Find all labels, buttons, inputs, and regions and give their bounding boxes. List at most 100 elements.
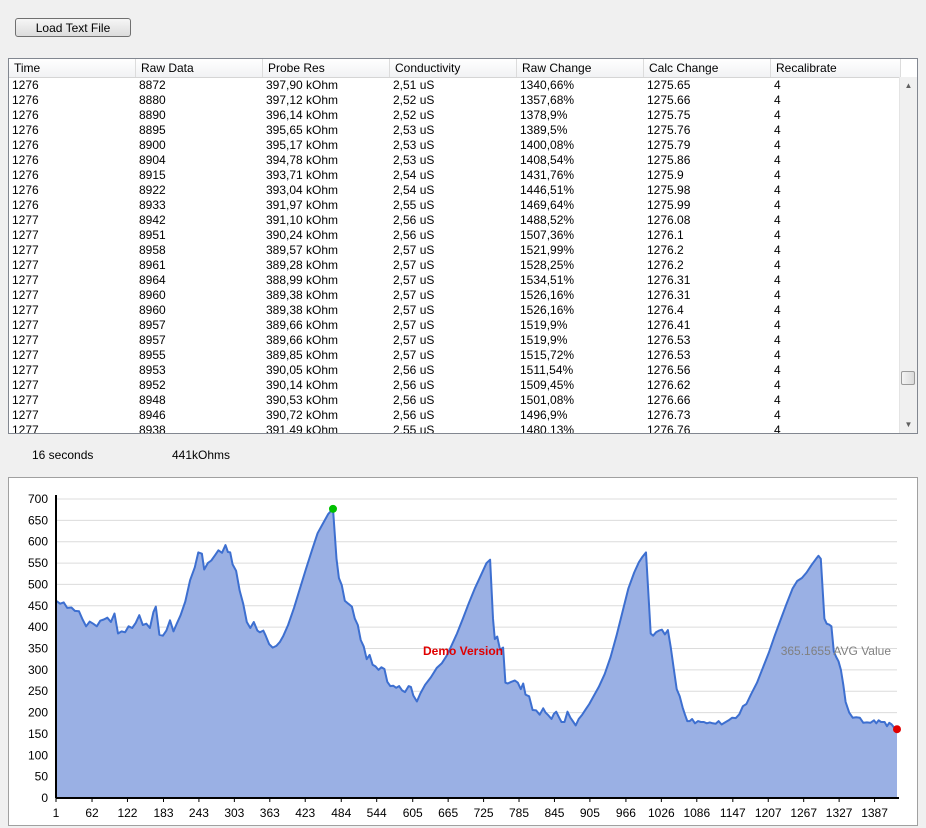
last-value-marker — [893, 725, 901, 734]
table-row[interactable]: 1276 8895 395,65 kOhm 2,53 uS 1389,5% 1275.76… — [9, 123, 901, 138]
table-cell: 2,52 uS — [393, 93, 435, 107]
table-cell: 1276 — [12, 153, 39, 167]
table-cell: 8961 — [139, 258, 166, 272]
table-cell: 1276.31 — [647, 288, 691, 302]
column-header[interactable]: Raw Data — [136, 59, 263, 77]
load-text-file-button[interactable]: Load Text File — [15, 18, 131, 37]
table-cell: 4 — [774, 303, 781, 317]
scroll-up-icon[interactable]: ▲ — [900, 77, 917, 94]
scroll-down-icon[interactable]: ▼ — [900, 416, 917, 433]
column-header[interactable]: Recalibrate — [771, 59, 901, 77]
table-cell: 4 — [774, 78, 781, 92]
table-row[interactable]: 1277 8938 391,49 kOhm 2,55 uS 1480,13% 1276.7… — [9, 423, 901, 433]
x-tick-label: 484 — [331, 806, 351, 820]
table-cell: 389,38 kOhm — [266, 288, 339, 302]
column-header[interactable]: Time — [9, 59, 136, 77]
table-cell: 1276.08 — [647, 213, 691, 227]
x-tick-label: 785 — [509, 806, 529, 820]
table-cell: 4 — [774, 378, 781, 392]
table-cell: 4 — [774, 273, 781, 287]
table-cell: 8953 — [139, 363, 166, 377]
table-cell: 4 — [774, 213, 781, 227]
avg-value-label: 365.1655 AVG Value — [781, 644, 892, 658]
table-cell: 1526,16% — [520, 288, 575, 302]
table-cell: 1277 — [12, 243, 39, 257]
table-cell: 393,71 kOhm — [266, 168, 339, 182]
table-cell: 395,65 kOhm — [266, 123, 339, 137]
table-cell: 8960 — [139, 288, 166, 302]
table-row[interactable]: 1276 8900 395,17 kOhm 2,53 uS 1400,08% 1275.7… — [9, 138, 901, 153]
column-header[interactable]: Conductivity — [390, 59, 517, 77]
table-cell: 2,56 uS — [393, 393, 435, 407]
table-cell: 390,05 kOhm — [266, 363, 339, 377]
x-tick-label: 243 — [189, 806, 209, 820]
table-cell: 2,56 uS — [393, 213, 435, 227]
table-row[interactable]: 1277 8958 389,57 kOhm 2,57 uS 1521,99% 1276.2… — [9, 243, 901, 258]
y-tick-label: 650 — [28, 513, 48, 527]
grid-rows: 1276 8872 397,90 kOhm 2,51 uS 1340,66% 1275.6… — [9, 78, 901, 433]
table-cell: 4 — [774, 228, 781, 242]
table-row[interactable]: 1276 8904 394,78 kOhm 2,53 uS 1408,54% 1275.8… — [9, 153, 901, 168]
table-cell: 2,54 uS — [393, 168, 435, 182]
x-tick-label: 1267 — [790, 806, 817, 820]
table-cell: 2,57 uS — [393, 333, 435, 347]
table-row[interactable]: 1277 8948 390,53 kOhm 2,56 uS 1501,08% 1276.6… — [9, 393, 901, 408]
table-cell: 1469,64% — [520, 198, 575, 212]
max-value-marker — [328, 504, 337, 513]
table-cell: 8890 — [139, 108, 166, 122]
table-row[interactable]: 1276 8880 397,12 kOhm 2,52 uS 1357,68% 1275.6… — [9, 93, 901, 108]
table-cell: 4 — [774, 243, 781, 257]
table-cell: 1275.79 — [647, 138, 691, 152]
table-cell: 1277 — [12, 258, 39, 272]
vertical-scrollbar[interactable]: ▲ ▼ — [899, 77, 917, 433]
y-tick-label: 400 — [28, 620, 48, 634]
table-cell: 389,66 kOhm — [266, 318, 339, 332]
data-grid[interactable]: Time Raw Data Probe Res Conductivity Raw Cha… — [8, 58, 918, 434]
table-cell: 2,52 uS — [393, 108, 435, 122]
table-row[interactable]: 1277 8960 389,38 kOhm 2,57 uS 1526,16% 1276.3… — [9, 288, 901, 303]
table-cell: 1446,51% — [520, 183, 575, 197]
table-cell: 397,90 kOhm — [266, 78, 339, 92]
table-cell: 1275.75 — [647, 108, 691, 122]
table-row[interactable]: 1277 8951 390,24 kOhm 2,56 uS 1507,36% 1276.1… — [9, 228, 901, 243]
scrollbar-thumb[interactable] — [901, 371, 915, 385]
table-cell: 4 — [774, 348, 781, 362]
table-row[interactable]: 1277 8953 390,05 kOhm 2,56 uS 1511,54% 1276.5… — [9, 363, 901, 378]
y-tick-label: 600 — [28, 535, 48, 549]
table-row[interactable]: 1276 8922 393,04 kOhm 2,54 uS 1446,51% 1275.9… — [9, 183, 901, 198]
table-cell: 390,24 kOhm — [266, 228, 339, 242]
table-cell: 4 — [774, 183, 781, 197]
table-cell: 4 — [774, 108, 781, 122]
table-row[interactable]: 1277 8952 390,14 kOhm 2,56 uS 1509,45% 1276.6… — [9, 378, 901, 393]
table-cell: 8922 — [139, 183, 166, 197]
x-tick-label: 1207 — [755, 806, 782, 820]
table-row[interactable]: 1277 8946 390,72 kOhm 2,56 uS 1496,9% 1276.73… — [9, 408, 901, 423]
table-cell: 4 — [774, 153, 781, 167]
table-cell: 389,28 kOhm — [266, 258, 339, 272]
column-header[interactable]: Calc Change — [644, 59, 771, 77]
table-cell: 388,99 kOhm — [266, 273, 339, 287]
y-tick-label: 250 — [28, 684, 48, 698]
column-header[interactable]: Probe Res — [263, 59, 390, 77]
table-cell: 1275.86 — [647, 153, 691, 167]
table-cell: 2,56 uS — [393, 363, 435, 377]
table-row[interactable]: 1276 8933 391,97 kOhm 2,55 uS 1469,64% 1275.9… — [9, 198, 901, 213]
table-row[interactable]: 1277 8957 389,66 kOhm 2,57 uS 1519,9% 1276.53… — [9, 333, 901, 348]
table-cell: 397,12 kOhm — [266, 93, 339, 107]
column-header[interactable]: Raw Change — [517, 59, 644, 77]
table-row[interactable]: 1276 8890 396,14 kOhm 2,52 uS 1378,9% 1275.75… — [9, 108, 901, 123]
table-row[interactable]: 1277 8942 391,10 kOhm 2,56 uS 1488,52% 1276.0… — [9, 213, 901, 228]
table-cell: 393,04 kOhm — [266, 183, 339, 197]
table-row[interactable]: 1277 8961 389,28 kOhm 2,57 uS 1528,25% 1276.2… — [9, 258, 901, 273]
table-cell: 2,57 uS — [393, 243, 435, 257]
table-cell: 1276 — [12, 78, 39, 92]
x-tick-label: 544 — [367, 806, 387, 820]
table-row[interactable]: 1277 8960 389,38 kOhm 2,57 uS 1526,16% 1276.4… — [9, 303, 901, 318]
table-row[interactable]: 1276 8915 393,71 kOhm 2,54 uS 1431,76% 1275.9… — [9, 168, 901, 183]
table-row[interactable]: 1277 8955 389,85 kOhm 2,57 uS 1515,72% 1276.5… — [9, 348, 901, 363]
table-cell: 2,56 uS — [393, 378, 435, 392]
table-row[interactable]: 1277 8964 388,99 kOhm 2,57 uS 1534,51% 1276.3… — [9, 273, 901, 288]
table-row[interactable]: 1276 8872 397,90 kOhm 2,51 uS 1340,66% 1275.6… — [9, 78, 901, 93]
table-cell: 1277 — [12, 288, 39, 302]
table-row[interactable]: 1277 8957 389,66 kOhm 2,57 uS 1519,9% 1276.41… — [9, 318, 901, 333]
